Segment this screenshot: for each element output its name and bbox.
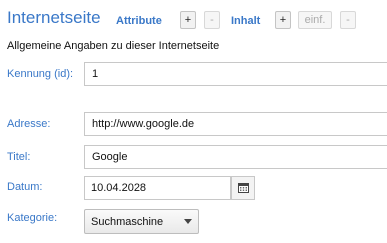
add-inhalt-button[interactable]: +: [275, 11, 291, 29]
titel-label: Titel:: [7, 151, 31, 163]
datum-field[interactable]: 10.04.2028: [84, 176, 231, 200]
titel-field[interactable]: Google: [84, 145, 387, 169]
id-label: Kennung (id):: [7, 68, 74, 80]
inhalt-link[interactable]: Inhalt: [231, 15, 260, 27]
adresse-label: Adresse:: [7, 118, 51, 130]
datum-label: Datum:: [7, 181, 43, 193]
calendar-icon: [237, 183, 249, 193]
adresse-field[interactable]: http://www.google.de: [84, 112, 387, 136]
remove-inhalt-button[interactable]: -: [340, 11, 356, 29]
date-picker-button[interactable]: [231, 176, 255, 200]
page-title: Internetseite: [7, 8, 101, 27]
add-attribute-button[interactable]: +: [180, 11, 196, 29]
insert-inhalt-button[interactable]: einf.: [298, 11, 332, 29]
kategorie-value: Suchmaschine: [91, 215, 164, 228]
section-subtitle: Allgemeine Angaben zu dieser Internetsei…: [7, 40, 220, 52]
chevron-down-icon: [184, 219, 192, 224]
attribute-link[interactable]: Attribute: [116, 15, 162, 27]
id-field[interactable]: 1: [84, 62, 387, 86]
kategorie-label: Kategorie:: [7, 212, 58, 224]
kategorie-select[interactable]: Suchmaschine: [84, 209, 199, 234]
remove-attribute-button[interactable]: -: [204, 11, 220, 29]
